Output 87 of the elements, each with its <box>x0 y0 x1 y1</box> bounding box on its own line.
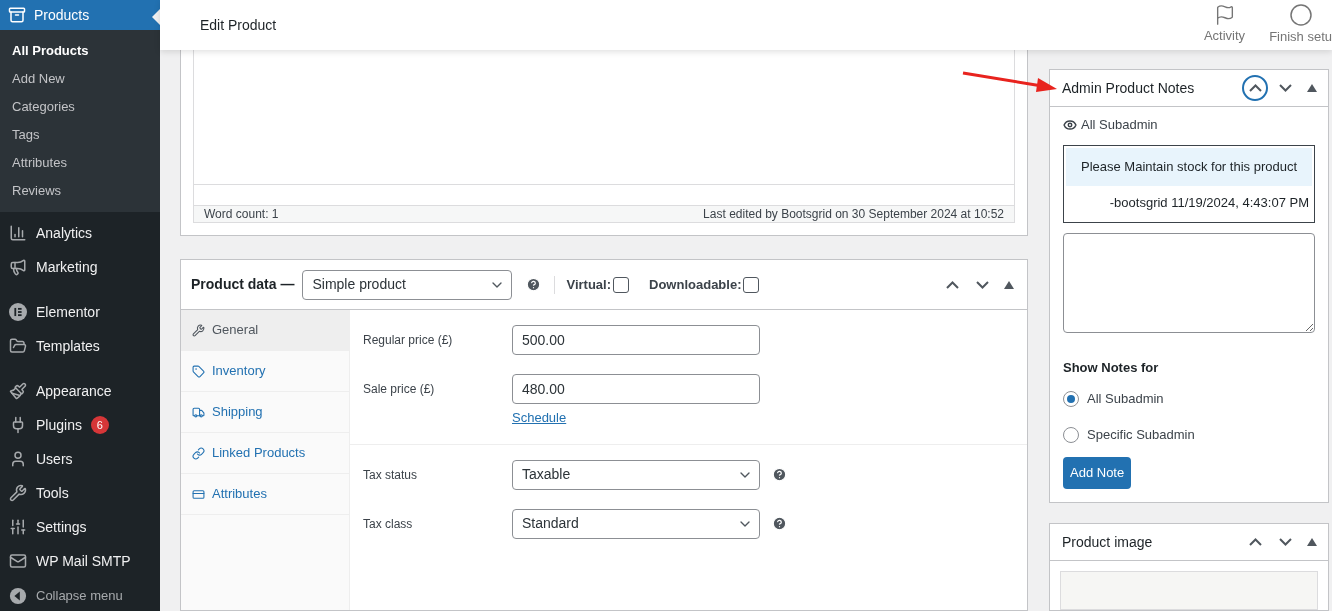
option-checkbox[interactable] <box>743 276 760 293</box>
tab-icon <box>192 364 205 378</box>
note-meta: -bootsgrid 11/19/2024, 4:43:07 PM <box>1108 193 1310 212</box>
menu-item[interactable]: Appearance <box>0 374 160 408</box>
sidebar-current-item[interactable]: Products <box>0 0 160 30</box>
menu-item[interactable]: Analytics <box>0 216 160 250</box>
menu-item[interactable]: Tools <box>0 476 160 510</box>
product-data-tab[interactable]: Attributes <box>181 474 349 515</box>
menu-pointer-icon <box>152 9 160 25</box>
tax-select[interactable]: Standard <box>512 508 760 539</box>
tab-icon <box>192 323 205 337</box>
radio-button[interactable] <box>1063 391 1079 407</box>
menu-icon <box>9 450 27 468</box>
price-field[interactable]: 480.00 <box>512 374 760 404</box>
chevron-down-icon <box>1278 538 1292 546</box>
radio-button[interactable] <box>1063 427 1079 443</box>
help-icon <box>772 515 787 531</box>
tab-icon <box>192 487 205 501</box>
price-field[interactable]: 500.00 <box>512 325 760 355</box>
option-checkbox[interactable] <box>613 276 630 293</box>
option-label: Virtual: <box>566 275 612 294</box>
chevron-down-icon <box>1278 84 1292 92</box>
box-icon <box>8 6 26 24</box>
menu-item[interactable]: Templates <box>0 329 160 363</box>
radio-label: All Subadmin <box>1087 390 1164 409</box>
menu-item[interactable]: Elementor <box>0 295 160 329</box>
menu-item[interactable]: Users <box>0 442 160 476</box>
collapse-menu-button[interactable]: Collapse menu <box>0 581 160 611</box>
add-note-button[interactable]: Add Note <box>1063 457 1132 489</box>
help-icon <box>526 277 542 292</box>
panel-title: Admin Product Notes <box>1062 78 1196 98</box>
count-badge: 6 <box>90 416 109 434</box>
show-notes-label: Show Notes for <box>1063 358 1160 377</box>
menu-icon <box>9 382 27 400</box>
menu-icon <box>9 552 27 570</box>
visibility-label: All Subadmin <box>1081 116 1158 134</box>
tab-icon <box>192 405 205 419</box>
note-text: Please Maintain stock for this product <box>1066 147 1312 186</box>
menu-item[interactable]: WP Mail SMTP <box>0 544 160 578</box>
triangle-up-icon <box>1307 84 1317 92</box>
product-data-tab[interactable]: Inventory <box>181 351 349 392</box>
field-label: Regular price (£) <box>363 332 454 349</box>
menu-item[interactable]: Plugins 6 <box>0 408 160 442</box>
editor-status-bar: Word count: 1 Last edited by Bootsgrid on 30 September 2024 at 10:52 <box>193 206 1015 223</box>
submenu-item[interactable]: Add New <box>0 65 160 93</box>
menu-item[interactable]: Marketing <box>0 250 160 284</box>
tax-select[interactable]: Taxable <box>512 459 760 490</box>
collapse-icon <box>9 587 27 605</box>
chevron-up-icon <box>1248 84 1262 92</box>
field-label: Tax class <box>363 515 414 533</box>
product-data-tab[interactable]: Linked Products <box>181 433 349 474</box>
page-title: Edit Product <box>200 15 277 35</box>
chevron-up-icon <box>945 280 959 289</box>
chevron-down-icon <box>975 280 989 289</box>
menu-item[interactable]: Settings <box>0 510 160 544</box>
product-data-tab[interactable]: Shipping <box>181 392 349 433</box>
note-input[interactable] <box>1063 232 1315 333</box>
elementor-icon <box>9 303 27 321</box>
tab-icon <box>192 446 205 460</box>
schedule-link[interactable]: Schedule <box>512 408 567 428</box>
field-label: Tax status <box>363 466 419 484</box>
move-up-button[interactable] <box>1242 75 1268 101</box>
submenu-item[interactable]: All Products <box>0 37 160 65</box>
product-data-tab[interactable]: General <box>181 310 349 351</box>
menu-icon <box>9 258 27 276</box>
circle-icon <box>1288 3 1313 28</box>
option-label: Downloadable: <box>649 275 742 294</box>
menu-icon <box>9 518 27 536</box>
submenu-item[interactable]: Tags <box>0 121 160 149</box>
radio-label: Specific Subadmin <box>1087 426 1195 445</box>
chevron-up-icon <box>1248 538 1262 546</box>
product-type-select[interactable]: Simple product <box>302 269 513 300</box>
panel-title: Product data — <box>191 275 295 294</box>
help-icon <box>772 466 787 482</box>
header-action[interactable]: Activity <box>1203 4 1246 46</box>
triangle-up-icon <box>1307 538 1317 546</box>
header-action[interactable]: Finish setu <box>1269 3 1332 47</box>
eye-icon <box>1063 117 1077 132</box>
menu-icon <box>9 484 27 502</box>
menu-icon <box>9 224 27 242</box>
field-label: Sale price (£) <box>363 381 436 398</box>
submenu-item[interactable]: Reviews <box>0 177 160 205</box>
submenu-item[interactable]: Categories <box>0 93 160 121</box>
menu-icon <box>9 337 27 355</box>
submenu-item[interactable]: Attributes <box>0 149 160 177</box>
panel-title: Product image <box>1062 532 1154 552</box>
triangle-up-icon <box>1004 280 1014 289</box>
